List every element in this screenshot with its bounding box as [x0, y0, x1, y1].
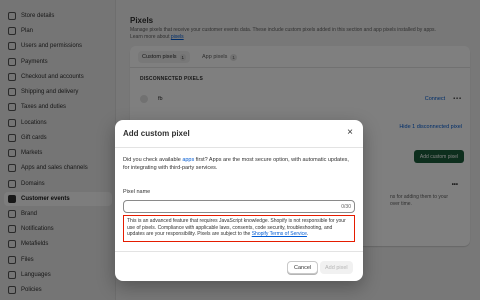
modal-header: Add custom pixel × — [115, 120, 363, 148]
notice-text: This is an advanced feature that require… — [127, 218, 346, 237]
modal-title: Add custom pixel — [123, 129, 190, 138]
character-count: 0/30 — [341, 204, 351, 210]
pixel-name-label: Pixel name — [123, 189, 151, 195]
apps-link[interactable]: apps — [182, 157, 194, 163]
intro-text: Did you check available — [123, 157, 183, 163]
pixel-name-input[interactable] — [123, 200, 355, 213]
advanced-feature-notice: This is an advanced feature that require… — [123, 215, 355, 242]
cancel-button[interactable]: Cancel — [287, 261, 319, 274]
terms-of-service-link[interactable]: Shopify Terms of Service — [252, 231, 307, 237]
modal-intro: Did you check available apps first? Apps… — [123, 156, 355, 172]
modal-footer: Cancel Add pixel — [115, 251, 363, 281]
notice-end: . — [306, 231, 309, 237]
add-custom-pixel-modal: Add custom pixel × Did you check availab… — [115, 120, 363, 281]
close-icon[interactable]: × — [344, 127, 356, 139]
add-pixel-button[interactable]: Add pixel — [320, 261, 353, 274]
